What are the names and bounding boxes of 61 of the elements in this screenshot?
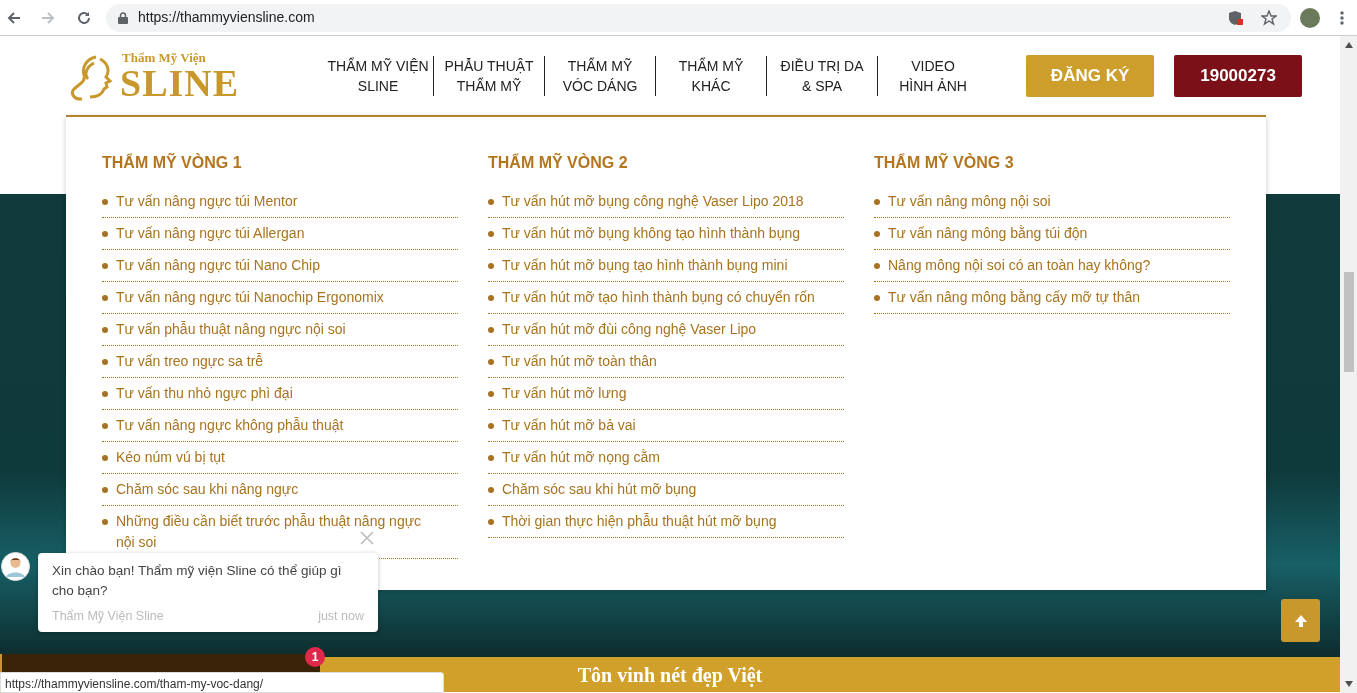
profile-avatar-icon[interactable] (1300, 7, 1320, 28)
address-bar[interactable]: https://thammyviensline.com (106, 3, 1291, 32)
scroll-down-icon[interactable] (1344, 681, 1353, 687)
reload-icon[interactable] (76, 9, 92, 26)
menu-link[interactable]: Tư vấn hút mỡ tạo hình thành bụng có chuyển rốn (488, 287, 815, 308)
nav-link[interactable]: THẨM MỸ KHÁC (656, 55, 767, 96)
menu-heading: THẨM MỸ VÒNG 2 (488, 153, 629, 173)
menu-link[interactable]: Tư vấn nâng ngực túi Mentor (102, 191, 298, 212)
logo[interactable]: Thẩm Mỹ Viện SLINE (66, 50, 240, 101)
menu-link[interactable]: Tư vấn hút mỡ toàn thân (488, 351, 657, 372)
logo-name: SLINE (120, 64, 240, 101)
avatar-icon (1, 552, 30, 581)
menu-icon[interactable] (1340, 9, 1344, 26)
chat-message: Xin chào bạn! Thẩm mỹ viện Sline có thể giúp gì cho bạn? (52, 562, 343, 600)
phone-button[interactable]: 19000273 (1174, 54, 1303, 97)
scroll-up-icon[interactable] (1344, 42, 1353, 48)
chat-time: just now (318, 608, 364, 625)
menu-link[interactable]: Tư vấn hút mỡ đùi công nghệ Vaser Lipo (488, 319, 757, 340)
menu-link[interactable]: Tư vấn hút mỡ bụng không tạo hình thành bụng (488, 223, 800, 244)
menu-link[interactable]: Tư vấn nâng ngực không phẫu thuật (102, 415, 344, 436)
url-text: https://thammyviensline.com (138, 8, 315, 27)
nav-link[interactable]: PHẪU THUẬT THẨM MỸ (434, 55, 545, 96)
scrollbar[interactable] (1340, 36, 1357, 693)
menu-link[interactable]: Tư vấn nâng mông nội soi (874, 191, 1051, 212)
back-icon[interactable] (6, 9, 22, 26)
menu-link[interactable]: Tư vấn nâng mông bằng túi độn (874, 223, 1088, 244)
scroll-to-top-button[interactable] (1281, 599, 1320, 642)
menu-link[interactable]: Tư vấn hút mỡ bả vai (488, 415, 636, 436)
menu-link[interactable]: Kéo núm vú bị tụt (102, 447, 225, 468)
menu-link[interactable]: Tư vấn nâng ngực túi Nano Chip (102, 255, 320, 276)
menu-link[interactable]: Những điều cần biết trước phẫu thuật nâng ngực nội soi (102, 511, 442, 553)
menu-link[interactable]: Thời gian thực hiện phẫu thuật hút mỡ bụng (488, 511, 777, 532)
menu-link[interactable]: Tư vấn hút mỡ bụng công nghệ Vaser Lipo 2018 (488, 191, 804, 212)
menu-heading: THẨM MỸ VÒNG 1 (102, 153, 243, 173)
nav-link[interactable]: ĐIỀU TRỊ DA & SPA (767, 55, 878, 96)
menu-link[interactable]: Tư vấn hút mỡ nọng cằm (488, 447, 660, 468)
nav-link[interactable]: THẨM MỸ VÓC DÁNG (545, 55, 656, 96)
arrow-up-icon (1293, 613, 1308, 628)
menu-link[interactable]: Tư vấn phẫu thuật nâng ngực nội soi (102, 319, 346, 340)
menu-link[interactable]: Chăm sóc sau khi hút mỡ bụng (488, 479, 697, 500)
chat-sender: Thẩm Mỹ Viện Sline (52, 608, 164, 625)
shield-icon[interactable] (1229, 9, 1243, 26)
lock-icon (118, 11, 128, 24)
menu-link[interactable]: Tư vấn nâng ngực túi Allergan (102, 223, 305, 244)
scrollbar-thumb[interactable] (1343, 272, 1354, 372)
menu-link[interactable]: Tư vấn hút mỡ lưng (488, 383, 627, 404)
nav-link[interactable]: VIDEO HÌNH ẢNH (878, 55, 989, 96)
banner-text: Tôn vinh nét đẹp Việt (577, 662, 763, 689)
logo-tagline: Thẩm Mỹ Viện (122, 50, 207, 65)
menu-link[interactable]: Tư vấn hút mỡ bụng tạo hình thành bụng mini (488, 255, 788, 276)
menu-heading: THẨM MỸ VÒNG 3 (874, 153, 1015, 173)
menu-link[interactable]: Chăm sóc sau khi nâng ngực (102, 479, 299, 500)
nav-link[interactable]: THẨM MỸ VIỆN SLINE (323, 55, 434, 96)
menu-link[interactable]: Tư vấn nâng ngực túi Nanochip Ergonomix (102, 287, 384, 308)
register-button[interactable]: ĐĂNG KÝ (1026, 54, 1155, 97)
status-url-bar: https://thammyviensline.com/tham-my-voc-dang/ (0, 672, 444, 693)
star-icon[interactable] (1261, 9, 1277, 26)
menu-link[interactable]: Tư vấn treo ngực sa trễ (102, 351, 264, 372)
menu-link[interactable]: Tư vấn thu nhỏ ngực phì đại (102, 383, 293, 404)
menu-link[interactable]: Tư vấn nâng mông bằng cấy mỡ tự thân (874, 287, 1141, 308)
menu-link[interactable]: Nâng mông nội soi có an toàn hay không? (874, 255, 1151, 276)
